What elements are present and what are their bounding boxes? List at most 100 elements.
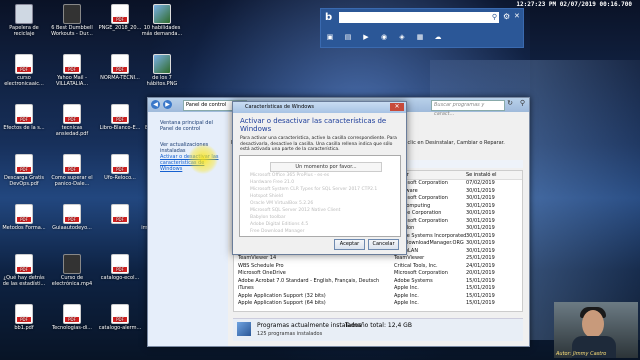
feature-item[interactable]: Hardware Free 21.0 [240, 179, 400, 186]
ok-button[interactable]: Aceptar [334, 239, 365, 250]
pdf-icon [15, 254, 33, 274]
table-cell-date: 30/01/2019 [465, 195, 495, 201]
desktop-icon[interactable]: ¿Qué hay detrás de las estadísti... [2, 254, 46, 287]
translate-icon[interactable]: ▦ [415, 33, 425, 41]
pdf-icon [15, 304, 33, 324]
webcam-overlay: Autor: Jimmy Castro [554, 302, 638, 358]
desktop-icon[interactable]: Libro-Blanco-E... [98, 104, 142, 131]
desktop-icon[interactable]: 10 habilidades más demanda... [140, 4, 184, 37]
table-cell-pub: Apple Inc. [394, 292, 419, 299]
desktop-icon[interactable]: PNGE_2018_20... [98, 4, 142, 31]
pdf-icon [111, 4, 129, 24]
pdf-icon [111, 54, 129, 74]
desktop-icon[interactable]: bb1.pdf [2, 304, 46, 331]
desktop-icon[interactable]: Tecnologias-di... [50, 304, 94, 331]
clock: 12:27:23 PM 02/07/2019 00:16.700 [516, 1, 632, 8]
desktop-icon[interactable]: Curso de electrónica.mp4 [50, 254, 94, 287]
cancel-button[interactable]: Cancelar [368, 239, 399, 250]
desktop-icon[interactable]: de los 7 hábitos.PNG [140, 54, 184, 87]
feature-item[interactable]: Microsoft System CLR Types for SQL Serve… [240, 186, 400, 193]
table-cell-date: 24/01/2019 [465, 262, 495, 269]
pdf-icon [15, 154, 33, 174]
desktop-icon[interactable]: Como superar el panico-Dale... [50, 154, 94, 187]
desktop-icon[interactable]: Metodos Forma... [2, 204, 46, 231]
header-installed[interactable]: Se instaló el [466, 171, 522, 179]
bing-logo[interactable]: b [325, 12, 335, 24]
table-cell-name: TeamViewer 14 [238, 255, 277, 261]
desktop-icon-label: Como superar el panico-Dale... [51, 175, 93, 187]
table-cell-date: 30/01/2019 [465, 240, 495, 246]
desktop-icon-label: de los 7 hábitos.PNG [146, 75, 178, 87]
desktop-icon[interactable]: catalogo-alerm... [98, 304, 142, 331]
table-cell-pub: TeamViewer [394, 255, 425, 261]
desktop-icon-label: Metodos Forma... [2, 225, 46, 231]
table-cell-pub: Apple Inc. [394, 300, 419, 306]
news-icon[interactable]: ▤ [343, 33, 353, 41]
close-icon[interactable]: ✕ [514, 12, 520, 20]
desktop-icon[interactable]: Efectos de la s... [2, 104, 46, 131]
desktop-icon[interactable]: Guiaautodeyo... [50, 204, 94, 231]
images-icon[interactable]: ▣ [325, 33, 335, 41]
table-cell-date: 15/01/2019 [465, 277, 495, 284]
forward-icon[interactable]: ▶ [163, 100, 172, 109]
desktop-icon-label: PNGE_2018_20... [98, 25, 142, 31]
close-button[interactable]: ✕ [390, 103, 404, 111]
status-bar: Programas actualmente instalados Tamaño … [233, 318, 523, 341]
desktop-icon-label: NORMA-TECNI... [100, 75, 140, 81]
table-row[interactable]: Apple Application Support (32 bits) Apple… [234, 293, 522, 301]
pdf-icon [111, 254, 129, 274]
desktop-icon[interactable]: tecnicas ansiedad.pdf [50, 104, 94, 137]
refresh-icon[interactable]: ↻ [507, 99, 513, 107]
desktop-icon-label: ¿Qué hay detrás de las estadísti... [2, 275, 46, 287]
desktop-icon[interactable] [98, 204, 142, 225]
back-icon[interactable]: ◀ [151, 100, 160, 109]
feature-item[interactable]: Microsoft SQL Server 2012 Native Client [240, 207, 400, 214]
search-icon[interactable]: ⚲ [520, 99, 525, 107]
webcam-face [582, 310, 604, 338]
webcam-caption: Autor: Jimmy Castro [556, 351, 607, 357]
feature-item[interactable]: Babylon toolbar [240, 214, 400, 221]
table-row[interactable]: Apple Application Support (64 bits) Apple… [234, 300, 522, 308]
pdf-icon [111, 204, 129, 224]
shopping-icon[interactable]: ◈ [397, 33, 407, 41]
feature-item[interactable]: Hotspot Shield [240, 193, 400, 200]
table-row[interactable]: TeamViewer 14 TeamViewer 25/01/2019 [234, 255, 522, 263]
video-icon[interactable]: ▶ [361, 33, 371, 41]
table-cell-date: 30/01/2019 [465, 247, 495, 254]
feature-item[interactable]: Adobe Digital Editions 4.5 [240, 221, 400, 228]
table-row[interactable]: WBS Schedule Pro Critical Tools, Inc. 24/0… [234, 263, 522, 271]
desktop-icon-label: Ufo-Reloco... [104, 175, 136, 181]
table-cell-date: 15/01/2019 [465, 300, 495, 306]
search-icon[interactable]: ⚲ [492, 13, 497, 21]
windows-features-dialog: Características de Windows ✕ Activar o d… [232, 101, 407, 255]
sidebar-link-home[interactable]: Ventana principal del Panel de control [160, 120, 224, 132]
weather-icon[interactable]: ☁ [433, 33, 443, 41]
bing-tools: ▣ ▤ ▶ ◉ ◈ ▦ ☁ [325, 33, 443, 41]
desktop-icon-label: Tecnologias-di... [51, 325, 93, 331]
feature-item[interactable]: Microsoft Office 365 ProPlus - es-es [240, 172, 400, 179]
search-input[interactable]: Buscar programas y caract... [431, 100, 505, 117]
gear-icon[interactable]: ⚙ [503, 12, 510, 21]
table-row[interactable]: Adobe Acrobat 7.0 Standard - English, Fr… [234, 278, 522, 286]
feature-item[interactable]: Free Download Manager [240, 228, 400, 235]
table-cell-name: WBS Schedule Pro [238, 262, 284, 269]
table-cell-date: 30/01/2019 [465, 210, 495, 216]
desktop-icon[interactable]: curso electronicaaic... [2, 54, 46, 87]
pdf-icon [111, 304, 129, 324]
desktop-icon[interactable]: Descarga Gratis DevOps.pdf [2, 154, 46, 187]
bing-search-input[interactable]: ⚲ [339, 12, 499, 23]
desktop-icon[interactable]: Papelera de reciclaje [2, 4, 46, 37]
desktop-icon[interactable]: Ufo-Reloco... [98, 154, 142, 181]
feature-item[interactable]: Oracle VM VirtualBox 5.2.26 [240, 200, 400, 207]
desktop-icon-label: Efectos de la s... [3, 125, 45, 131]
table-cell-date: 15/01/2019 [465, 285, 495, 291]
table-row[interactable]: iTunes Apple Inc. 15/01/2019 [234, 285, 522, 293]
desktop-icon[interactable]: NORMA-TECNI... [98, 54, 142, 81]
features-list: Un momento por favor... Microsoft Office… [239, 155, 401, 237]
desktop-icon-label: Yahoo Mail - VILLATALIA... [55, 75, 89, 87]
maps-icon[interactable]: ◉ [379, 33, 389, 41]
table-row[interactable]: Microsoft OneDrive Microsoft Corporation 2… [234, 270, 522, 278]
desktop-icon[interactable]: Yahoo Mail - VILLATALIA... [50, 54, 94, 87]
desktop-icon[interactable]: 6 Best Dumbbell Workouts - Dur... [50, 4, 94, 37]
desktop-icon[interactable]: catalogo-ecol... [98, 254, 142, 281]
